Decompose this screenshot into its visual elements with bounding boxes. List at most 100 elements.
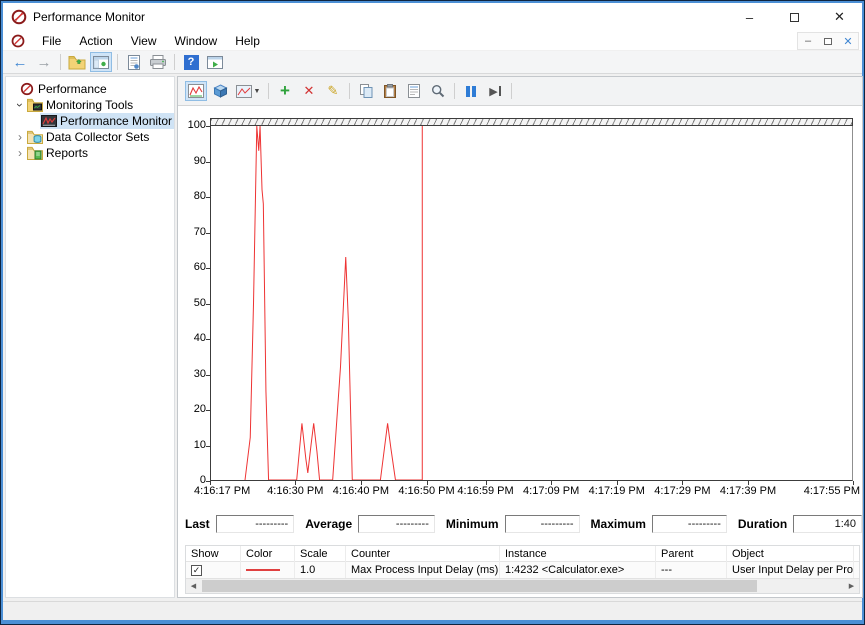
chart-toolbar: ▼ + ✕ ✎: [178, 77, 862, 106]
add-icon: +: [280, 84, 290, 98]
minimize-button[interactable]: –: [727, 3, 772, 31]
counter-color-swatch: [246, 569, 280, 571]
toolbar-separator: [454, 83, 455, 99]
main-toolbar: ← →: [3, 51, 862, 74]
duration-value: 1:40: [793, 515, 862, 533]
y-axis-label: 60: [178, 261, 206, 275]
properties-icon: [408, 84, 420, 98]
table-header-row: Show Color Scale Counter Instance Parent…: [186, 546, 859, 562]
properties-button[interactable]: [403, 81, 425, 101]
object-value: User Input Delay per Proc: [727, 562, 854, 578]
menu-window[interactable]: Window: [166, 32, 227, 50]
copy-icon: [360, 84, 373, 98]
view-current-activity-button[interactable]: [185, 81, 207, 101]
performance-monitor-pane: ▼ + ✕ ✎: [177, 76, 863, 598]
tree-item-monitoring-tools[interactable]: › Monitoring Tools: [6, 97, 174, 113]
chevron-collapsed-icon[interactable]: ›: [14, 147, 26, 159]
tree-item-performance[interactable]: Performance: [6, 81, 174, 97]
copy-properties-button[interactable]: [355, 81, 377, 101]
print-button[interactable]: [147, 52, 169, 72]
folder-report-icon: [27, 146, 43, 160]
col-instance[interactable]: Instance: [500, 546, 656, 562]
folder-database-icon: [27, 130, 43, 144]
graph-type-icon: [236, 85, 252, 98]
zoom-button[interactable]: [427, 81, 449, 101]
paste-counter-list-button[interactable]: [379, 81, 401, 101]
forward-button[interactable]: →: [33, 52, 55, 72]
scrollbar-thumb[interactable]: [202, 580, 757, 592]
horizontal-scrollbar[interactable]: ◀ ▶: [186, 578, 859, 593]
folder-up-icon: [68, 55, 86, 70]
tree-item-label: Performance: [38, 82, 107, 96]
tree-item-label: Reports: [46, 146, 88, 160]
menu-file[interactable]: File: [33, 32, 70, 50]
last-value: ---------: [216, 515, 295, 533]
tree-item-data-collector-sets[interactable]: › Data Collector Sets: [6, 129, 174, 145]
update-data-button[interactable]: ▶: [484, 81, 506, 101]
chevron-expanded-icon[interactable]: ›: [14, 99, 26, 111]
clipboard-icon: [384, 84, 396, 98]
freeze-display-button[interactable]: [460, 81, 482, 101]
delete-counter-button[interactable]: ✕: [298, 81, 320, 101]
col-counter[interactable]: Counter: [346, 546, 500, 562]
tree-item-label: Performance Monitor: [60, 114, 172, 128]
magnifier-icon: [431, 84, 445, 98]
menu-view[interactable]: View: [122, 32, 166, 50]
delete-icon: ✕: [304, 83, 315, 99]
maximize-button[interactable]: [772, 3, 817, 31]
y-axis-label: 80: [178, 190, 206, 204]
add-counter-button[interactable]: +: [274, 81, 296, 101]
stats-bar: Last --------- Average --------- Minimum…: [178, 511, 862, 537]
export-list-button[interactable]: [123, 52, 145, 72]
mdi-restore-button[interactable]: [818, 33, 838, 49]
minimum-value: ---------: [505, 515, 580, 533]
show-console-tree-button[interactable]: [90, 52, 112, 72]
y-axis-label: 10: [178, 439, 206, 453]
maximize-icon: [790, 13, 799, 22]
col-color[interactable]: Color: [241, 546, 295, 562]
scroll-right-arrow[interactable]: ▶: [844, 579, 859, 593]
x-axis-label: 4:16:50 PM: [398, 485, 454, 497]
tree-item-reports[interactable]: › Reports: [6, 145, 174, 161]
perfmon-chart-icon: [41, 114, 57, 128]
tree-item-performance-monitor[interactable]: Performance Monitor: [6, 113, 174, 129]
highlight-button[interactable]: ✎: [322, 81, 344, 101]
x-axis-label: 4:16:17 PM: [194, 485, 250, 497]
new-window-button[interactable]: [204, 52, 226, 72]
dropdown-arrow-icon: ▼: [254, 88, 261, 95]
scroll-left-arrow[interactable]: ◀: [186, 579, 201, 593]
mdi-minimize-button[interactable]: –: [798, 33, 818, 49]
toolbar-separator: [60, 54, 61, 70]
menu-help[interactable]: Help: [226, 32, 269, 50]
scale-value: 1.0: [295, 562, 346, 578]
y-axis-label: 30: [178, 368, 206, 382]
col-show[interactable]: Show: [186, 546, 241, 562]
perfmon-logo-icon: [19, 82, 35, 96]
perfmon-logo-icon: [11, 9, 27, 25]
chevron-collapsed-icon[interactable]: ›: [14, 131, 26, 143]
show-checkbox[interactable]: ✓: [191, 565, 202, 576]
average-value: ---------: [358, 515, 435, 533]
window-title: Performance Monitor: [33, 10, 145, 24]
close-button[interactable]: ✕: [817, 3, 862, 31]
menu-action[interactable]: Action: [70, 32, 121, 50]
line-chart-icon: [188, 84, 204, 98]
counter-row[interactable]: ✓ 1.0 Max Process Input Delay (ms) 1:423…: [186, 562, 859, 578]
change-graph-type-button[interactable]: ▼: [233, 81, 263, 101]
pause-icon: [466, 86, 476, 97]
help-button[interactable]: ?: [180, 52, 202, 72]
mdi-close-button[interactable]: ✕: [838, 33, 858, 49]
last-label: Last: [185, 517, 210, 531]
chart-svg: [211, 126, 852, 480]
col-scale[interactable]: Scale: [295, 546, 346, 562]
back-button[interactable]: ←: [9, 52, 31, 72]
x-axis-label: 4:17:29 PM: [654, 485, 710, 497]
col-computer[interactable]: [854, 546, 859, 562]
col-parent[interactable]: Parent: [656, 546, 727, 562]
up-one-level-button[interactable]: [66, 52, 88, 72]
view-log-data-button[interactable]: [209, 81, 231, 101]
y-axis-label: 70: [178, 226, 206, 240]
col-object[interactable]: Object: [727, 546, 854, 562]
chart-top-hatch-bar: [210, 118, 853, 126]
x-axis-label: 4:17:55 PM: [804, 485, 860, 497]
